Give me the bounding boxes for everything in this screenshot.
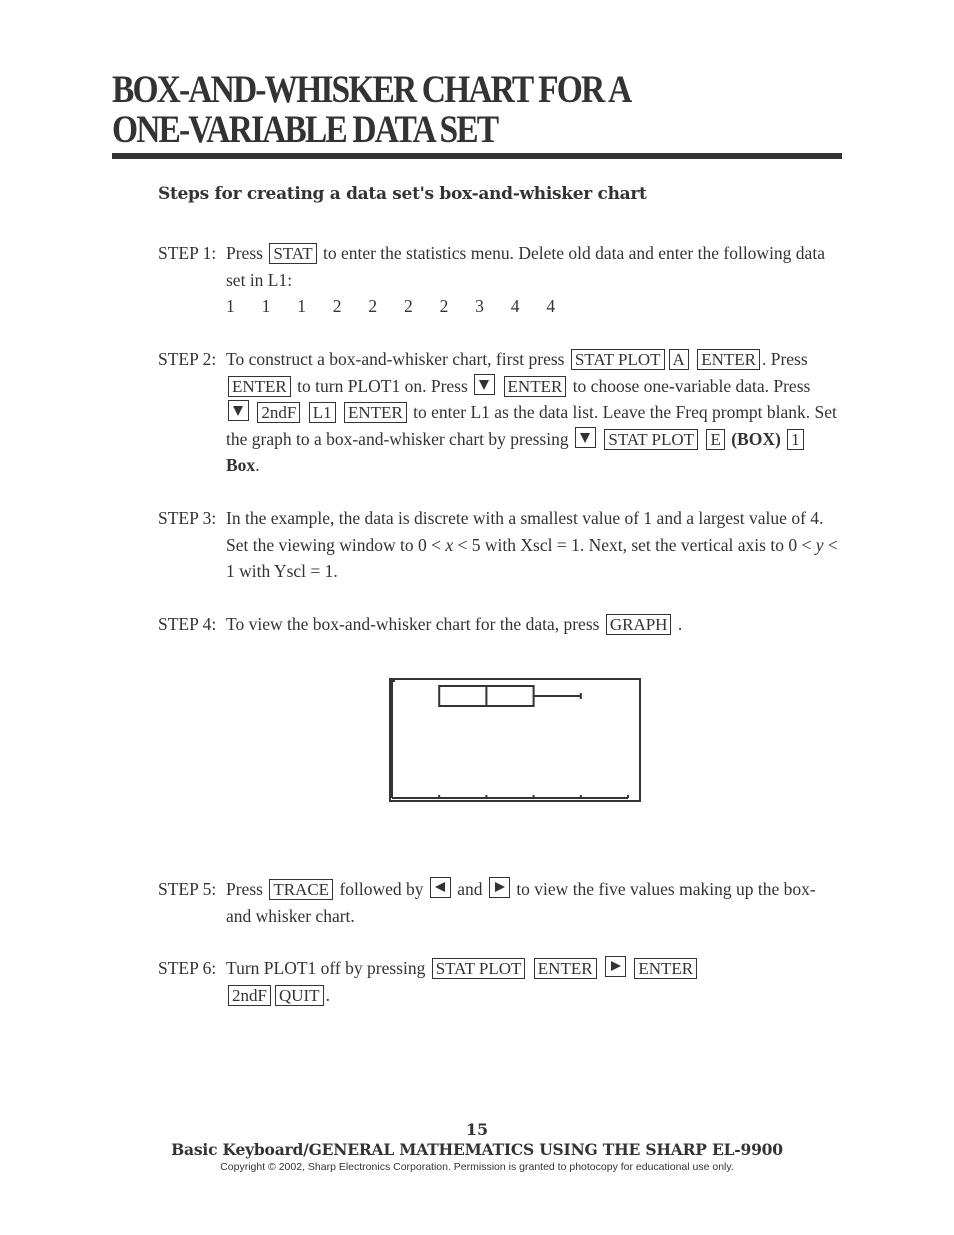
page-title: BOX-AND-WHISKER CHART FOR A ONE-VARIABLE… xyxy=(112,70,748,150)
key-stat-plot: STAT PLOT xyxy=(570,349,665,370)
data-value: 1 xyxy=(261,296,271,316)
key-2ndf: 2ndF xyxy=(228,984,271,1006)
step-label: STEP 3: xyxy=(158,508,217,528)
step-text: < 5 with Xscl = 1. Next, set the vertica… xyxy=(457,534,812,555)
step-2: STEP 2: To construct a box-and-whisker c… xyxy=(158,346,838,479)
data-value: 2 xyxy=(403,296,413,316)
data-set: 1 1 1 2 2 2 2 3 4 4 xyxy=(226,293,838,320)
down-arrow-key-icon xyxy=(228,400,249,421)
book-title: Basic Keyboard/GENERAL MATHEMATICS USING… xyxy=(171,1140,783,1159)
key-l1: L1 xyxy=(308,402,336,423)
step-text: To construct a box-and-whisker chart, fi… xyxy=(226,349,565,369)
step-text: and xyxy=(457,879,483,899)
key-1: 1 xyxy=(787,428,804,450)
page-number: 15 xyxy=(465,1120,489,1139)
left-arrow-key-icon xyxy=(429,877,451,898)
step-6: STEP 6: Turn PLOT1 off by pressing STAT … xyxy=(158,955,838,1008)
key-e: E xyxy=(706,428,725,450)
key-enter: ENTER xyxy=(343,402,407,423)
title-rule xyxy=(112,153,842,159)
step-text: Press xyxy=(226,879,263,899)
key-enter: ENTER xyxy=(228,375,291,397)
data-value: 2 xyxy=(332,296,342,316)
section-heading: Steps for creating a data set's box-and-… xyxy=(158,184,647,204)
page-title-line-1: BOX-AND-WHISKER CHART FOR A xyxy=(112,68,632,111)
key-graph: GRAPH xyxy=(605,614,672,635)
step-text: To view the box-and-whisker chart for th… xyxy=(226,614,600,634)
down-arrow-key-icon xyxy=(574,426,596,448)
key-enter: ENTER xyxy=(697,349,760,370)
key-stat: STAT xyxy=(269,243,317,264)
copyright-notice: Copyright © 2002, Sharp Electronics Corp… xyxy=(220,1161,734,1173)
key-trace: TRACE xyxy=(269,879,334,900)
variable-y: y xyxy=(815,534,824,555)
key-quit: QUIT xyxy=(274,984,324,1006)
step-1: STEP 1: Press STAT to enter the statisti… xyxy=(158,240,838,320)
step-text-bold: (BOX) xyxy=(731,428,781,449)
key-stat-plot: STAT PLOT xyxy=(604,428,699,450)
data-value: 4 xyxy=(546,296,556,316)
step-text: to turn PLOT1 on. Press xyxy=(297,375,468,396)
step-label: STEP 2: xyxy=(158,349,217,369)
key-2ndf: 2ndF xyxy=(257,402,301,423)
screen-frame xyxy=(389,678,641,802)
step-text: . Press xyxy=(761,349,808,369)
data-value: 1 xyxy=(226,296,235,316)
key-enter: ENTER xyxy=(634,958,698,979)
key-enter: ENTER xyxy=(533,958,597,979)
step-label: STEP 5: xyxy=(158,879,217,899)
down-arrow-key-icon xyxy=(474,373,496,395)
data-value: 4 xyxy=(510,296,520,316)
step-text: followed by xyxy=(339,879,424,899)
right-arrow-key-icon xyxy=(604,956,626,977)
step-text: . xyxy=(677,614,683,634)
step-3: STEP 3: In the example, the data is disc… xyxy=(158,505,838,585)
step-label: STEP 4: xyxy=(158,614,217,634)
step-text: to choose one-variable data. Press xyxy=(572,375,811,396)
step-text: . xyxy=(255,455,260,475)
key-enter: ENTER xyxy=(503,375,567,397)
step-text-bold: Box xyxy=(226,455,256,475)
step-text: Press xyxy=(226,243,263,263)
data-value: 2 xyxy=(368,296,378,316)
page-title-line-2: ONE-VARIABLE DATA SET xyxy=(112,108,499,151)
step-4: STEP 4: To view the box-and-whisker char… xyxy=(158,611,838,638)
step-label: STEP 1: xyxy=(158,243,217,263)
data-value: 3 xyxy=(475,296,484,316)
step-text: Turn PLOT1 off by pressing xyxy=(226,958,426,978)
step-label: STEP 6: xyxy=(158,958,217,978)
data-value: 1 xyxy=(297,296,306,316)
right-arrow-key-icon xyxy=(488,877,510,898)
key-stat-plot: STAT PLOT xyxy=(431,958,526,979)
variable-x: x xyxy=(445,534,454,555)
box-plot-screen xyxy=(389,678,641,802)
data-value: 2 xyxy=(439,296,449,316)
step-text: . xyxy=(325,984,330,1005)
step-5: STEP 5: Press TRACE followed by and to v… xyxy=(158,876,838,929)
key-a: A xyxy=(668,349,689,370)
